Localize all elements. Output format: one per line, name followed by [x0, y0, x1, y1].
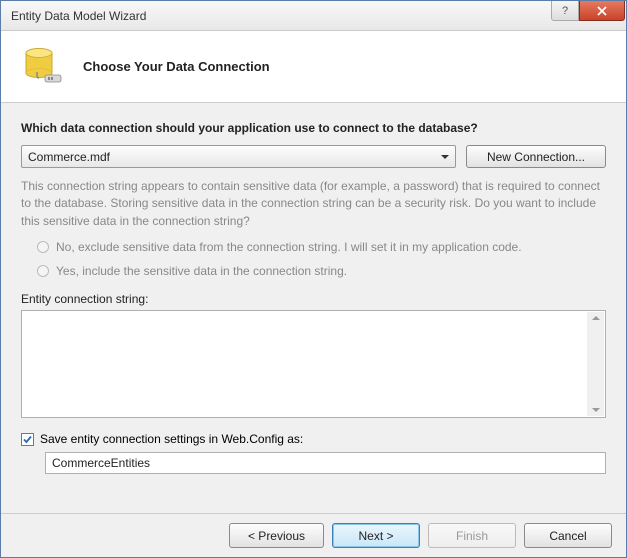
save-settings-row: Save entity connection settings in Web.C…	[21, 432, 606, 446]
window-controls: ?	[551, 1, 626, 23]
wizard-header: Choose Your Data Connection	[1, 31, 626, 103]
wizard-footer: < Previous Next > Finish Cancel	[1, 513, 626, 557]
window-title: Entity Data Model Wizard	[11, 9, 146, 23]
connection-row: Commerce.mdf New Connection...	[21, 145, 606, 168]
scroll-up-icon	[592, 316, 600, 320]
wizard-content: Which data connection should your applic…	[1, 103, 626, 513]
connection-dropdown[interactable]: Commerce.mdf	[21, 145, 456, 168]
radio-exclude: No, exclude sensitive data from the conn…	[37, 240, 606, 254]
help-button[interactable]: ?	[551, 1, 579, 21]
previous-label: < Previous	[248, 529, 305, 543]
finish-label: Finish	[456, 529, 488, 543]
cancel-label: Cancel	[549, 529, 586, 543]
conn-string-label: Entity connection string:	[21, 292, 606, 306]
save-name-input[interactable]	[45, 452, 606, 474]
previous-button[interactable]: < Previous	[229, 523, 324, 548]
check-icon	[22, 434, 33, 445]
prompt-label: Which data connection should your applic…	[21, 121, 606, 135]
titlebar: Entity Data Model Wizard ?	[1, 1, 626, 31]
radio-include: Yes, include the sensitive data in the c…	[37, 264, 606, 278]
radio-exclude-label: No, exclude sensitive data from the conn…	[56, 240, 522, 254]
save-settings-checkbox[interactable]	[21, 433, 34, 446]
save-settings-label: Save entity connection settings in Web.C…	[40, 432, 303, 446]
database-icon	[21, 45, 65, 89]
finish-button: Finish	[428, 523, 516, 548]
page-title: Choose Your Data Connection	[83, 59, 270, 74]
next-label: Next >	[358, 529, 393, 543]
radio-icon	[37, 241, 49, 253]
connection-dropdown-value: Commerce.mdf	[28, 150, 110, 164]
radio-include-label: Yes, include the sensitive data in the c…	[56, 264, 347, 278]
conn-string-textarea[interactable]	[21, 310, 606, 418]
scroll-down-icon	[592, 408, 600, 412]
cancel-button[interactable]: Cancel	[524, 523, 612, 548]
next-button[interactable]: Next >	[332, 523, 420, 548]
close-button[interactable]	[579, 1, 625, 21]
sensitive-info-text: This connection string appears to contai…	[21, 178, 606, 230]
new-connection-label: New Connection...	[487, 150, 585, 164]
close-icon	[596, 5, 608, 17]
new-connection-button[interactable]: New Connection...	[466, 145, 606, 168]
radio-icon	[37, 265, 49, 277]
scrollbar[interactable]	[587, 312, 604, 416]
chevron-down-icon	[441, 155, 449, 159]
